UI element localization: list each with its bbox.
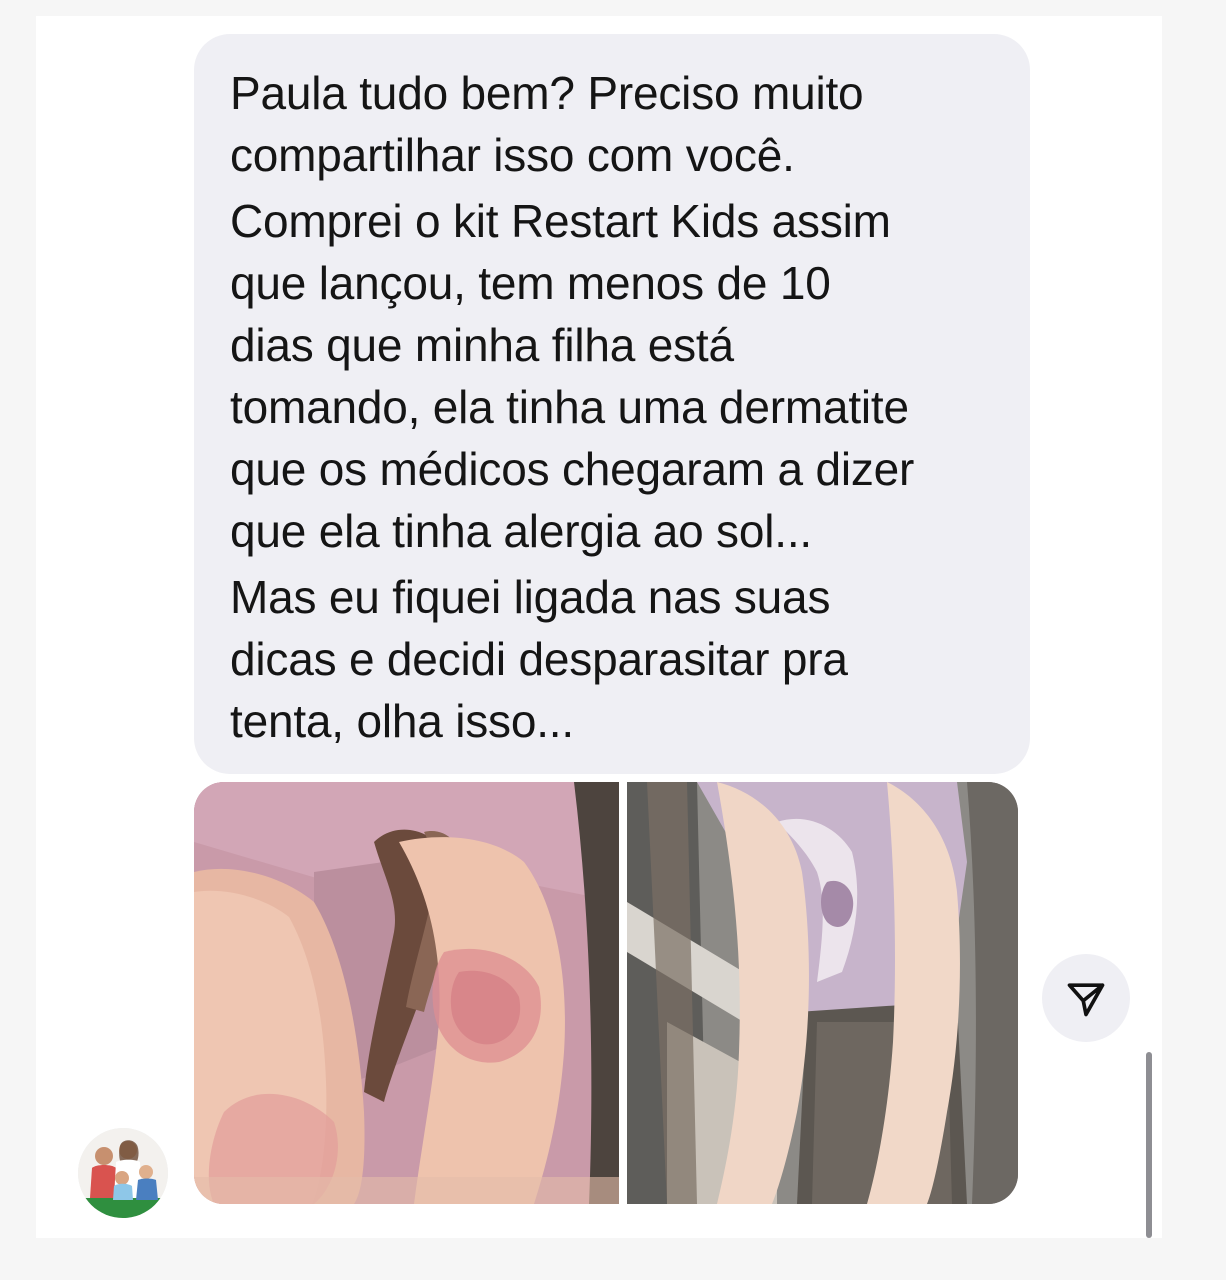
message-line: tenta, olha isso... [230, 695, 574, 747]
message-line: Mas eu fiquei ligada nas suas [230, 571, 831, 623]
share-button[interactable] [1042, 954, 1130, 1042]
avatar[interactable] [78, 1128, 168, 1218]
message-line: tomando, ela tinha uma dermatite [230, 381, 909, 433]
message-line: que ela tinha alergia ao sol... [230, 505, 812, 557]
message-line: Comprei o kit Restart Kids assim [230, 195, 891, 247]
paper-plane-icon [1067, 983, 1105, 1017]
scrollbar[interactable] [1146, 1052, 1152, 1238]
before-photo-image [194, 782, 619, 1204]
message-paragraph: Mas eu fiquei ligada nas suas dicas e de… [230, 566, 994, 752]
message-line: dias que minha filha está [230, 319, 734, 371]
message-bubble[interactable]: Paula tudo bem? Preciso muito compartilh… [194, 34, 1030, 774]
message-line: que lançou, tem menos de 10 [230, 257, 831, 309]
message-paragraph: Paula tudo bem? Preciso muito compartilh… [230, 62, 994, 186]
before-photo[interactable] [194, 782, 619, 1204]
photo-attachment[interactable] [194, 782, 1018, 1204]
message-line: Paula tudo bem? Preciso muito [230, 67, 864, 119]
family-avatar-icon [78, 1128, 168, 1218]
message-paragraph: Comprei o kit Restart Kids assim que lan… [230, 190, 994, 562]
after-photo[interactable] [627, 782, 1018, 1204]
after-photo-image [627, 782, 1018, 1204]
message-line: dicas e decidi desparasitar pra [230, 633, 848, 685]
message-line: compartilhar isso com você. [230, 129, 795, 181]
message-line: que os médicos chegaram a dizer [230, 443, 915, 495]
